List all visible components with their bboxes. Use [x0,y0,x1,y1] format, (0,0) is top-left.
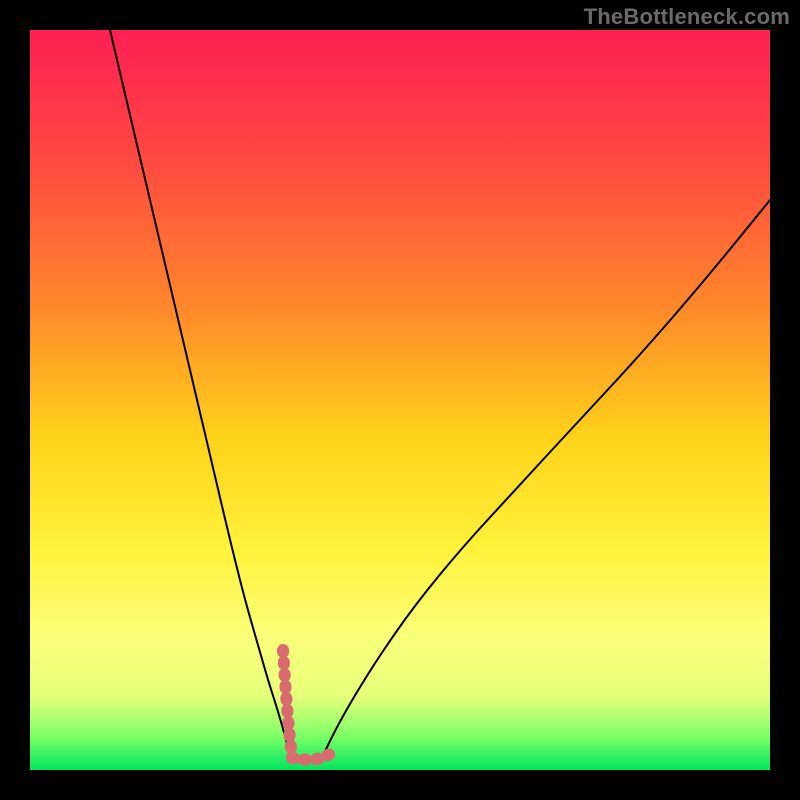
watermark-text: TheBottleneck.com [584,4,790,30]
left-curve [110,30,292,758]
chart-frame: TheBottleneck.com [0,0,800,800]
curves-layer [30,30,770,770]
trough-highlight-left [283,650,292,758]
right-curve [322,200,770,758]
plot-area [30,30,770,770]
trough-highlight-bottom [292,754,330,760]
